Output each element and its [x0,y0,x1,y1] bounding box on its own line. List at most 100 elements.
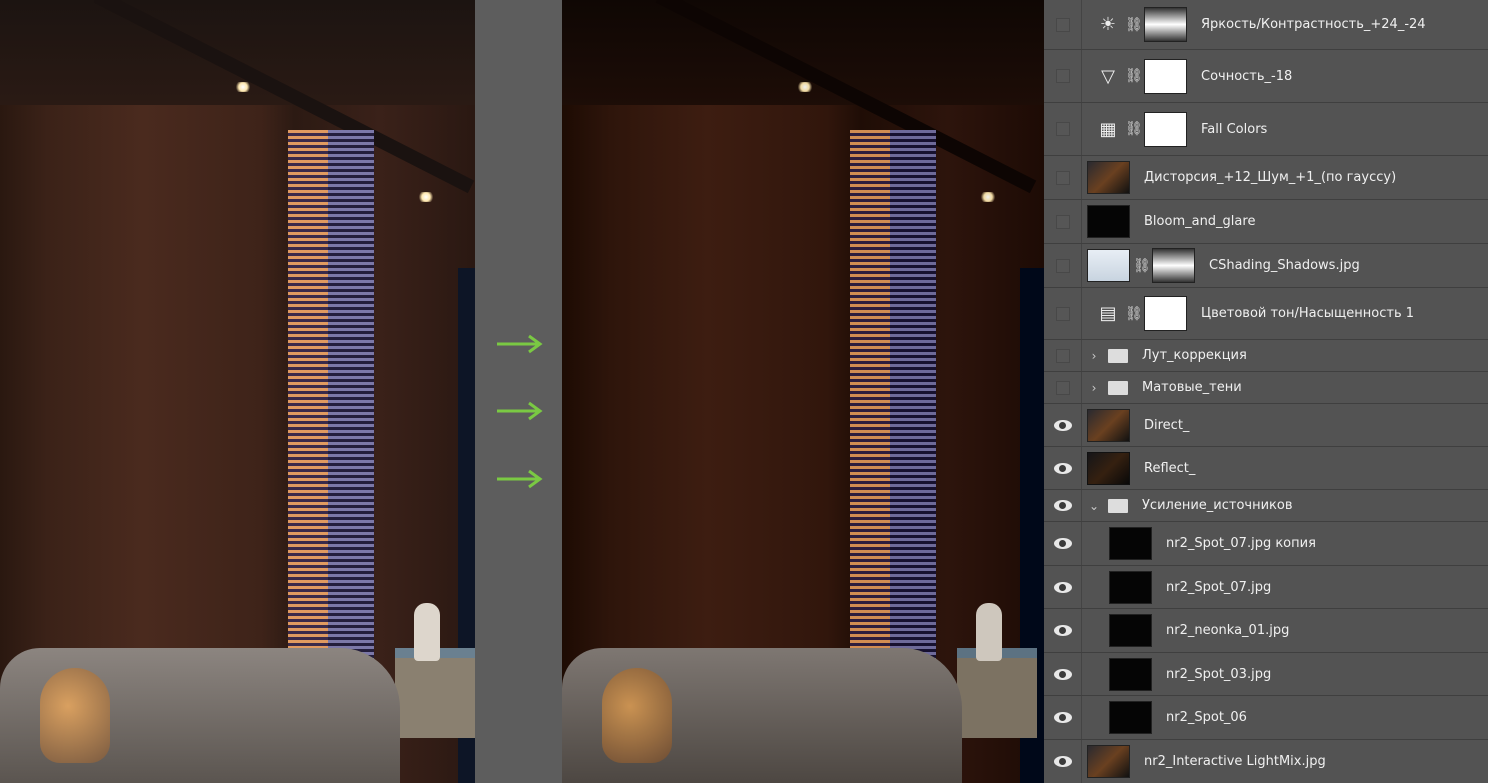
eye-icon [1053,538,1072,549]
layer-name: Яркость/Контрастность_+24_-24 [1201,17,1426,32]
layer-thumbnail [1087,408,1130,442]
visibility-toggle[interactable] [1044,609,1082,652]
window-blinds [850,130,936,730]
layer-row[interactable]: nr2_neonka_01.jpg [1044,609,1488,653]
visibility-toggle[interactable] [1044,522,1082,565]
visibility-toggle[interactable] [1044,653,1082,695]
chevron-right-icon[interactable]: › [1086,381,1102,395]
layer-mask[interactable] [1144,7,1187,42]
vase [602,668,672,763]
visibility-toggle[interactable] [1044,696,1082,739]
layer-row[interactable]: nr2_Spot_03.jpg [1044,653,1488,696]
layer-name: nr2_Spot_03.jpg [1166,666,1272,682]
layer-row[interactable]: nr2_Interactive LightMix.jpg [1044,740,1488,783]
chevron-right-icon[interactable]: › [1086,349,1102,363]
visibility-toggle[interactable] [1044,0,1082,49]
visibility-toggle[interactable] [1044,740,1082,783]
layer-row[interactable]: ▦ ⛓ Fall Colors [1044,103,1488,156]
layers-panel: ☀ ⛓ Яркость/Контрастность_+24_-24 ▽ ⛓ Сочнос… [1044,0,1488,783]
visibility-toggle[interactable] [1044,288,1082,339]
layer-mask[interactable] [1152,248,1195,283]
layer-row[interactable]: Bloom_and_glare [1044,200,1488,244]
layer-row[interactable]: Reflect_ [1044,447,1488,490]
visibility-toggle[interactable] [1044,372,1082,403]
layer-name: nr2_neonka_01.jpg [1166,623,1290,638]
layer-thumbnail [1109,701,1152,734]
eye-icon [1053,668,1072,680]
astronaut-figure [976,603,1002,661]
layer-thumbnail [1087,161,1130,194]
eye-icon [1053,581,1072,593]
visibility-toggle[interactable] [1044,50,1082,102]
eye-icon [1053,500,1072,511]
layer-group[interactable]: ⌄ Усиление_источников [1044,490,1488,522]
layer-row[interactable]: nr2_Spot_07.jpg [1044,566,1488,609]
layer-row[interactable]: ▤ ⛓ Цветовой тон/Насыщенность 1 [1044,288,1488,340]
layer-name: nr2_Spot_06 [1166,710,1247,725]
layer-thumbnail [1109,570,1152,604]
folder-icon [1108,380,1128,395]
layer-row[interactable]: nr2_Spot_07.jpg копия [1044,522,1488,566]
visibility-toggle[interactable] [1044,244,1082,287]
layer-name: nr2_Interactive LightMix.jpg [1144,754,1326,769]
layer-thumbnail [1087,451,1130,485]
visibility-toggle[interactable] [1044,490,1082,521]
link-icon: ⛓ [1125,68,1143,84]
folder-icon [1108,348,1128,363]
layer-name: CShading_Shadows.jpg [1209,258,1360,273]
separator [475,0,562,783]
layer-name: Матовые_тени [1142,380,1242,395]
link-icon: ⛓ [1133,257,1151,274]
layer-row[interactable]: ⛓ CShading_Shadows.jpg [1044,244,1488,288]
brightness-contrast-icon: ☀ [1099,14,1117,35]
visibility-toggle[interactable] [1044,200,1082,243]
layer-row[interactable]: ▽ ⛓ Сочность_-18 [1044,50,1488,103]
layer-thumbnail [1087,745,1130,778]
link-icon: ⛓ [1125,305,1143,322]
layer-name: Дисторсия_+12_Шум_+1_(по гауссу) [1144,170,1397,185]
layer-mask[interactable] [1144,58,1187,94]
layer-mask[interactable] [1144,111,1187,147]
layer-row[interactable]: nr2_Spot_06 [1044,696,1488,740]
window-blinds [288,130,374,730]
chevron-down-icon[interactable]: ⌄ [1086,499,1102,513]
render-after [562,0,1044,783]
layer-thumbnail [1109,527,1152,560]
visibility-toggle[interactable] [1044,404,1082,446]
layer-name: Усиление_источников [1142,498,1293,513]
vase [40,668,110,763]
folder-icon [1108,498,1128,513]
visibility-toggle[interactable] [1044,447,1082,489]
layer-name: Direct_ [1144,417,1190,433]
color-lookup-icon: ▦ [1099,118,1117,140]
layer-thumbnail [1109,614,1152,647]
layer-name: nr2_Spot_07.jpg [1166,579,1272,595]
layer-group[interactable]: › Лут_коррекция [1044,340,1488,372]
layer-group[interactable]: › Матовые_тени [1044,372,1488,404]
eye-icon [1053,462,1072,474]
visibility-toggle[interactable] [1044,566,1082,608]
layer-name: Сочность_-18 [1201,68,1293,84]
layer-mask[interactable] [1144,296,1187,331]
layer-name: Цветовой тон/Насыщенность 1 [1201,306,1415,321]
layer-name: Bloom_and_glare [1144,214,1256,229]
layer-name: Fall Colors [1201,121,1268,137]
hue-saturation-icon: ▤ [1099,303,1117,324]
eye-icon [1053,712,1072,723]
spotlight [979,192,997,202]
side-table [957,648,1037,738]
layer-row[interactable]: Direct_ [1044,404,1488,447]
visibility-toggle[interactable] [1044,103,1082,155]
spotlight [234,82,252,92]
layer-name: Лут_коррекция [1142,348,1247,363]
layer-row[interactable]: ☀ ⛓ Яркость/Контрастность_+24_-24 [1044,0,1488,50]
layer-row[interactable]: Дисторсия_+12_Шум_+1_(по гауссу) [1044,156,1488,200]
visibility-toggle[interactable] [1044,156,1082,199]
layer-name: nr2_Spot_07.jpg копия [1166,536,1316,551]
visibility-toggle[interactable] [1044,340,1082,371]
eye-icon [1053,625,1072,636]
eye-icon [1053,756,1072,767]
layer-thumbnail [1109,657,1152,691]
arrow-right-icon [497,469,543,489]
layer-name: Reflect_ [1144,460,1196,476]
